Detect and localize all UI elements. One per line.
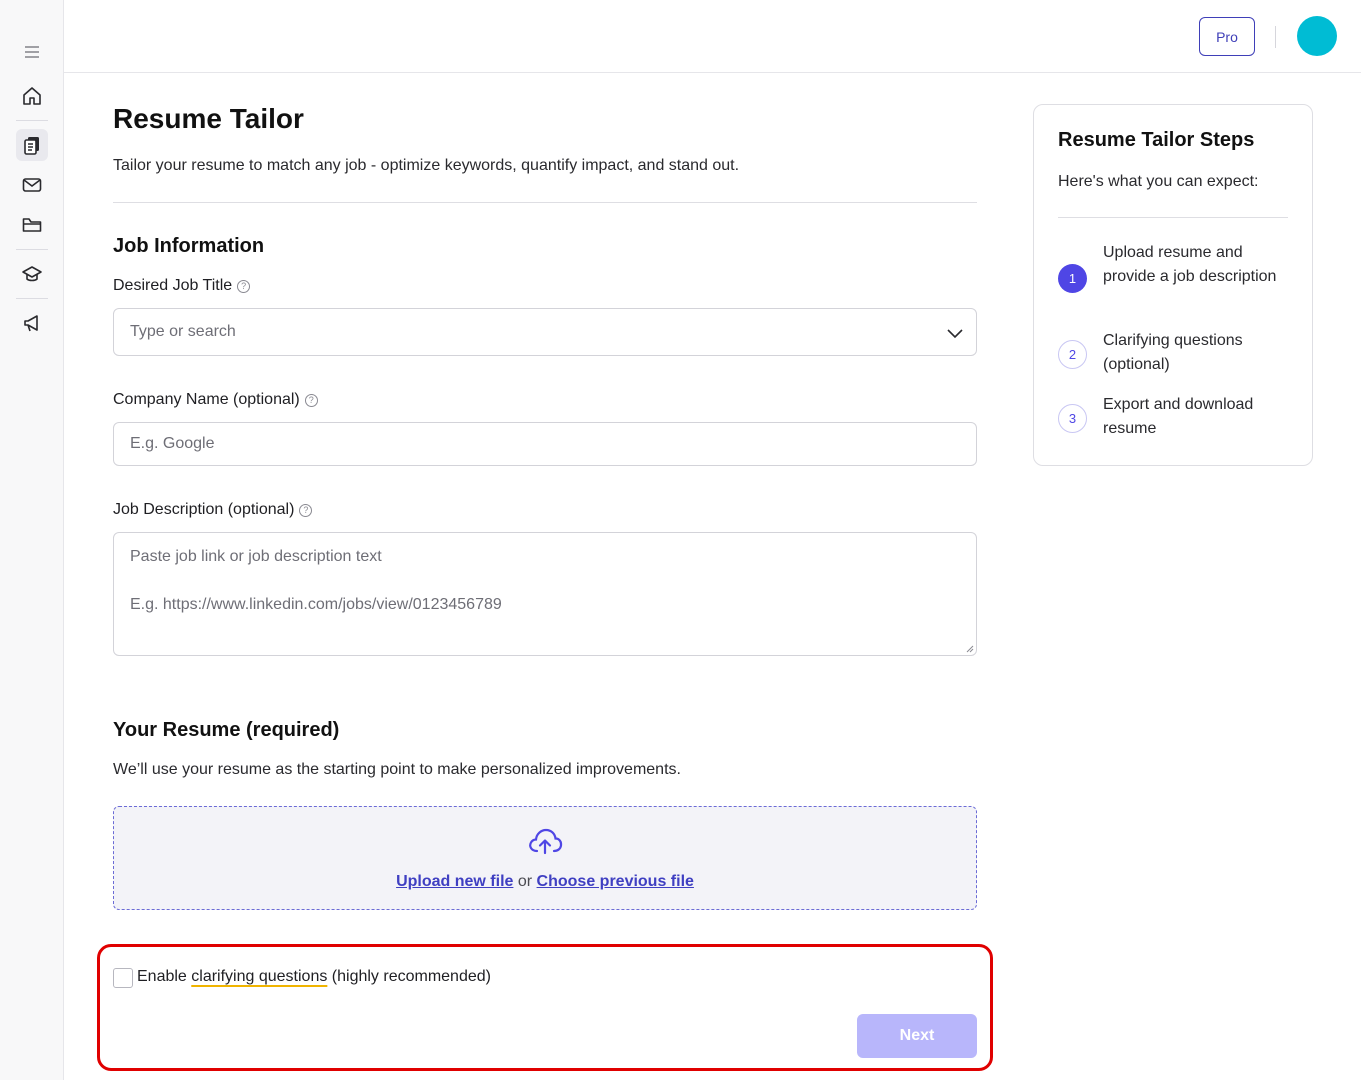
steps-card: Resume Tailor Steps Here's what you can … [1033, 104, 1313, 466]
top-bar-separator [1275, 26, 1276, 48]
job-description-textarea[interactable]: Paste job link or job description text E… [113, 532, 977, 656]
step-number-badge: 2 [1058, 340, 1087, 369]
help-icon[interactable]: ? [237, 279, 251, 293]
step-number-badge: 3 [1058, 404, 1087, 433]
upload-text: Upload new file or Choose previous file [114, 873, 976, 891]
clarifying-questions-checkbox[interactable] [113, 968, 133, 988]
folder-icon[interactable] [16, 209, 48, 241]
job-information-heading: Job Information [113, 235, 265, 257]
job-description-label: Job Description (optional) ? [113, 501, 313, 519]
company-label-text: Company Name (optional) [113, 391, 300, 408]
upload-or-text: or [513, 873, 537, 890]
chevron-down-icon[interactable] [946, 324, 964, 347]
divider [113, 202, 977, 203]
job-title-select[interactable] [113, 308, 977, 356]
sidebar [0, 0, 64, 1080]
home-icon[interactable] [16, 80, 48, 112]
company-input[interactable] [130, 435, 960, 453]
steps-divider [1058, 217, 1288, 218]
upload-new-file-link[interactable]: Upload new file [396, 873, 513, 890]
company-label: Company Name (optional) ? [113, 391, 318, 409]
resume-description: We’ll use your resume as the starting po… [113, 761, 681, 778]
next-button[interactable]: Next [857, 1014, 977, 1058]
help-icon[interactable]: ? [299, 503, 313, 517]
page-title: Resume Tailor [113, 103, 304, 134]
description-placeholder-line2: E.g. https://www.linkedin.com/jobs/view/… [130, 596, 502, 613]
clarifying-suffix: (highly recommended) [327, 968, 491, 985]
job-title-input[interactable] [130, 323, 960, 341]
pro-button[interactable]: Pro [1199, 17, 1255, 56]
job-title-label-text: Desired Job Title [113, 277, 233, 294]
step-text: Upload resume and provide a job descript… [1103, 244, 1277, 285]
mail-icon[interactable] [16, 169, 48, 201]
step-number-badge: 1 [1058, 264, 1087, 293]
upload-dropzone[interactable]: Upload new file or Choose previous file [113, 806, 977, 910]
graduation-cap-icon[interactable] [16, 258, 48, 290]
clarifying-highlight: clarifying questions [191, 968, 328, 985]
job-title-label: Desired Job Title ? [113, 277, 251, 295]
menu-icon[interactable] [16, 36, 48, 68]
choose-previous-file-link[interactable]: Choose previous file [537, 873, 694, 890]
top-bar [64, 0, 1361, 73]
documents-icon[interactable] [16, 129, 48, 161]
megaphone-icon[interactable] [16, 307, 48, 339]
help-icon[interactable]: ? [304, 393, 318, 407]
company-field[interactable] [113, 422, 977, 466]
your-resume-heading: Your Resume (required) [113, 719, 340, 741]
sidebar-separator [16, 298, 48, 299]
clarifying-prefix: Enable [137, 968, 192, 985]
step-text: Export and download resume [1103, 396, 1254, 437]
steps-title: Resume Tailor Steps [1058, 129, 1255, 151]
job-description-label-text: Job Description (optional) [113, 501, 295, 518]
sidebar-separator [16, 120, 48, 121]
clarifying-questions-label[interactable]: Enable clarifying questions (highly reco… [137, 968, 491, 986]
step-text: Clarifying questions (optional) [1103, 332, 1243, 373]
cloud-upload-icon [527, 827, 563, 862]
sidebar-separator [16, 249, 48, 250]
steps-subtitle: Here's what you can expect: [1058, 173, 1259, 190]
avatar[interactable] [1297, 16, 1337, 56]
page-subtitle: Tailor your resume to match any job - op… [113, 157, 740, 174]
description-placeholder-line1: Paste job link or job description text [130, 548, 382, 565]
resize-handle-icon[interactable] [966, 645, 974, 653]
